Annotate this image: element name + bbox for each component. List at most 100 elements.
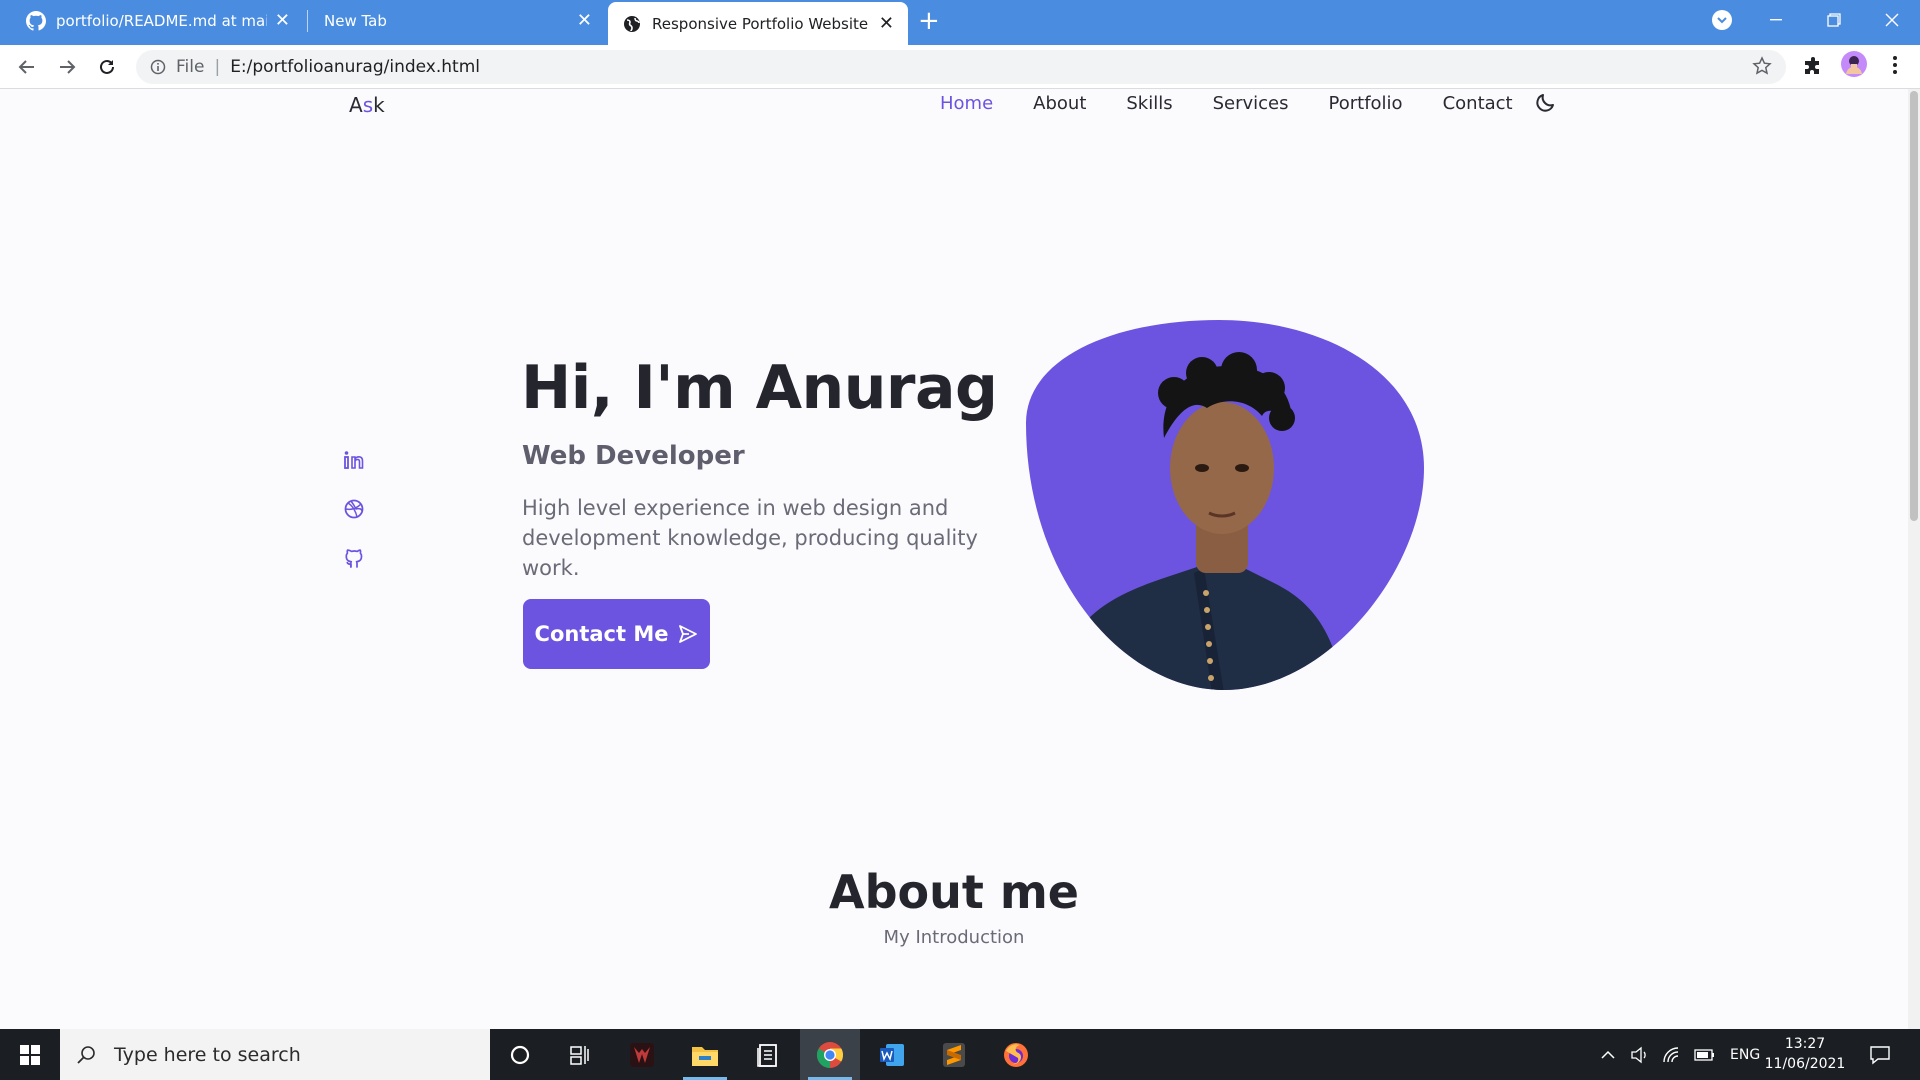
clock-date: 11/06/2021 bbox=[1764, 1056, 1846, 1072]
reload-button[interactable] bbox=[92, 52, 122, 82]
contact-me-button[interactable]: Contact Me bbox=[523, 599, 710, 669]
tab-title: Responsive Portfolio Website bbox=[652, 14, 869, 33]
search-icon bbox=[77, 1045, 95, 1064]
search-placeholder: Type here to search bbox=[114, 1043, 301, 1066]
about-section-title: About me bbox=[828, 865, 1079, 919]
reload-icon bbox=[100, 59, 114, 74]
tab-separator bbox=[307, 10, 308, 32]
restore-button[interactable] bbox=[1806, 0, 1862, 40]
windows-taskbar: Type here to search ENG 13:27 11/06/2021 bbox=[0, 1029, 1920, 1080]
nav-services[interactable]: Services bbox=[1213, 93, 1289, 114]
linkedin-icon[interactable] bbox=[343, 449, 365, 471]
system-tray: ENG bbox=[1600, 1029, 1760, 1080]
close-window-button[interactable] bbox=[1864, 0, 1920, 40]
profile-avatar[interactable] bbox=[1841, 51, 1867, 77]
minimize-button[interactable] bbox=[1748, 0, 1804, 40]
logo-letter: A bbox=[349, 93, 363, 117]
word-button[interactable] bbox=[862, 1029, 922, 1080]
main-nav: Home About Skills Services Portfolio Con… bbox=[940, 93, 1513, 114]
system-clock[interactable]: 13:27 11/06/2021 bbox=[1760, 1034, 1850, 1074]
action-center-button[interactable] bbox=[1850, 1029, 1910, 1080]
chrome-icon bbox=[816, 1041, 844, 1068]
moon-icon[interactable] bbox=[1535, 91, 1557, 113]
browser-menu-button[interactable] bbox=[1892, 54, 1898, 80]
tab-new-tab[interactable]: New Tab ✕ bbox=[310, 0, 606, 41]
notes-icon bbox=[757, 1043, 777, 1067]
hero-subtitle: Web Developer bbox=[522, 441, 745, 471]
forward-button[interactable] bbox=[52, 52, 82, 82]
page-viewport: Ask Home About Skills Services Portfolio… bbox=[0, 89, 1908, 1029]
arrow-right-icon bbox=[60, 60, 76, 74]
close-tab-icon[interactable]: ✕ bbox=[879, 14, 894, 33]
chevron-up-icon[interactable] bbox=[1600, 1050, 1616, 1060]
hero-profile-blob bbox=[1026, 320, 1424, 690]
predator-app-button[interactable] bbox=[612, 1029, 672, 1080]
predator-icon bbox=[630, 1042, 654, 1067]
restore-icon bbox=[1827, 13, 1841, 27]
dribbble-icon[interactable] bbox=[343, 498, 365, 520]
tab-portfolio-active[interactable]: Responsive Portfolio Website ✕ bbox=[608, 2, 908, 45]
bookmark-star-icon[interactable] bbox=[1752, 56, 1772, 76]
close-tab-icon[interactable]: ✕ bbox=[577, 11, 592, 30]
globe-icon bbox=[624, 15, 640, 32]
close-tab-icon[interactable]: ✕ bbox=[275, 11, 290, 30]
about-section-subtitle: My Introduction bbox=[883, 927, 1025, 948]
windows-logo-icon bbox=[20, 1044, 40, 1065]
wifi-icon[interactable] bbox=[1662, 1046, 1682, 1064]
cortana-icon bbox=[510, 1045, 530, 1064]
nav-skills[interactable]: Skills bbox=[1126, 93, 1172, 114]
contact-me-label: Contact Me bbox=[534, 622, 669, 646]
new-tab-button[interactable]: + bbox=[918, 5, 940, 37]
scheme-label: File bbox=[176, 57, 205, 77]
extensions-puzzle-icon[interactable] bbox=[1802, 56, 1824, 78]
hero-title: Hi, I'm Anurag bbox=[521, 353, 998, 423]
taskbar-search-box[interactable]: Type here to search bbox=[60, 1029, 490, 1080]
nav-portfolio[interactable]: Portfolio bbox=[1329, 93, 1403, 114]
scrollbar-thumb[interactable] bbox=[1910, 91, 1918, 521]
address-bar[interactable]: File | E:/portfolioanurag/index.html bbox=[136, 50, 1786, 84]
github-icon bbox=[26, 10, 46, 31]
browser-tab-strip: portfolio/README.md at main · / ✕ New Ta… bbox=[0, 0, 1920, 45]
task-view-button[interactable] bbox=[550, 1029, 610, 1080]
notifications-icon bbox=[1870, 1045, 1890, 1064]
file-explorer-button[interactable] bbox=[675, 1029, 735, 1080]
close-icon bbox=[1885, 13, 1899, 27]
nav-contact[interactable]: Contact bbox=[1443, 93, 1513, 114]
file-explorer-icon bbox=[692, 1046, 718, 1066]
nav-about[interactable]: About bbox=[1033, 93, 1086, 114]
url-text: E:/portfolioanurag/index.html bbox=[230, 57, 480, 77]
info-icon[interactable] bbox=[150, 59, 166, 75]
cortana-button[interactable] bbox=[490, 1029, 550, 1080]
tab-github-readme[interactable]: portfolio/README.md at main · / ✕ bbox=[12, 0, 304, 41]
firefox-button[interactable] bbox=[986, 1029, 1046, 1080]
input-language[interactable]: ENG bbox=[1730, 1047, 1760, 1063]
volume-icon[interactable] bbox=[1630, 1046, 1650, 1064]
chrome-button[interactable] bbox=[800, 1029, 860, 1080]
task-view-icon bbox=[570, 1045, 589, 1065]
browser-toolbar: File | E:/portfolioanurag/index.html bbox=[0, 45, 1920, 89]
arrow-left-icon bbox=[18, 60, 34, 74]
back-button[interactable] bbox=[12, 52, 42, 82]
tab-search-button[interactable] bbox=[1712, 10, 1732, 30]
nav-home[interactable]: Home bbox=[940, 93, 993, 114]
word-icon bbox=[880, 1043, 904, 1066]
clock-time: 13:27 bbox=[1784, 1036, 1826, 1052]
send-icon bbox=[679, 625, 698, 643]
kebab-menu-icon bbox=[1893, 56, 1897, 74]
minimize-icon bbox=[1770, 19, 1782, 21]
battery-icon[interactable] bbox=[1694, 1048, 1716, 1062]
sublime-text-button[interactable] bbox=[924, 1029, 984, 1080]
tab-title: portfolio/README.md at main · / bbox=[56, 11, 267, 30]
logo-letter: k bbox=[373, 93, 385, 117]
logo-accent-letter: s bbox=[362, 93, 374, 117]
start-button[interactable] bbox=[0, 1029, 60, 1080]
notes-app-button[interactable] bbox=[738, 1029, 798, 1080]
page-scrollbar[interactable] bbox=[1908, 89, 1920, 1029]
avatar-icon bbox=[1846, 56, 1862, 74]
tab-title: New Tab bbox=[324, 11, 387, 30]
hero-description: High level experience in web design and … bbox=[522, 496, 978, 580]
sublime-icon bbox=[943, 1042, 965, 1067]
chevron-down-icon bbox=[1717, 17, 1727, 24]
site-logo[interactable]: Ask bbox=[349, 93, 385, 117]
github-outline-icon[interactable] bbox=[343, 548, 365, 570]
